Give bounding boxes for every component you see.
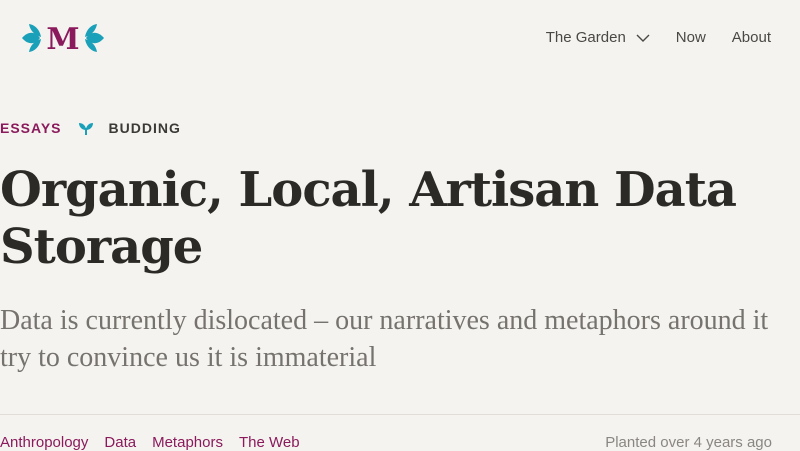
category-link[interactable]: ESSAYS	[0, 120, 62, 136]
tag-anthropology[interactable]: Anthropology	[0, 434, 88, 451]
nav-about-label: About	[731, 29, 771, 46]
topic-tags: Anthropology Data Metaphors The Web	[0, 434, 316, 451]
logo-leaves-icon: M	[22, 22, 104, 56]
site-logo[interactable]: M	[20, 20, 106, 56]
site-header: M The Garden Now About	[0, 0, 800, 78]
nav-the-garden[interactable]: The Garden	[546, 29, 650, 46]
chevron-down-icon	[636, 34, 650, 42]
nav-about[interactable]: About	[732, 29, 771, 46]
nav-now-label: Now	[675, 29, 706, 46]
growth-stage-label: BUDDING	[108, 120, 181, 136]
tag-metaphors[interactable]: Metaphors	[152, 434, 223, 451]
planted-date: Planted over 4 years ago	[605, 434, 772, 451]
nav-now[interactable]: Now	[676, 29, 706, 46]
nav-the-garden-label: The Garden	[545, 29, 626, 46]
article-meta: ESSAYS BUDDING	[0, 120, 181, 136]
logo-letter: M	[46, 22, 79, 56]
divider	[0, 414, 800, 415]
tag-data[interactable]: Data	[104, 434, 136, 451]
main-nav: The Garden Now About	[546, 29, 771, 46]
sprout-icon	[78, 120, 94, 136]
tag-the-web[interactable]: The Web	[239, 434, 300, 451]
page-title: Organic, Local, Artisan Data Storage	[0, 162, 737, 275]
page-subtitle: Data is currently dislocated – our narra…	[0, 305, 769, 373]
